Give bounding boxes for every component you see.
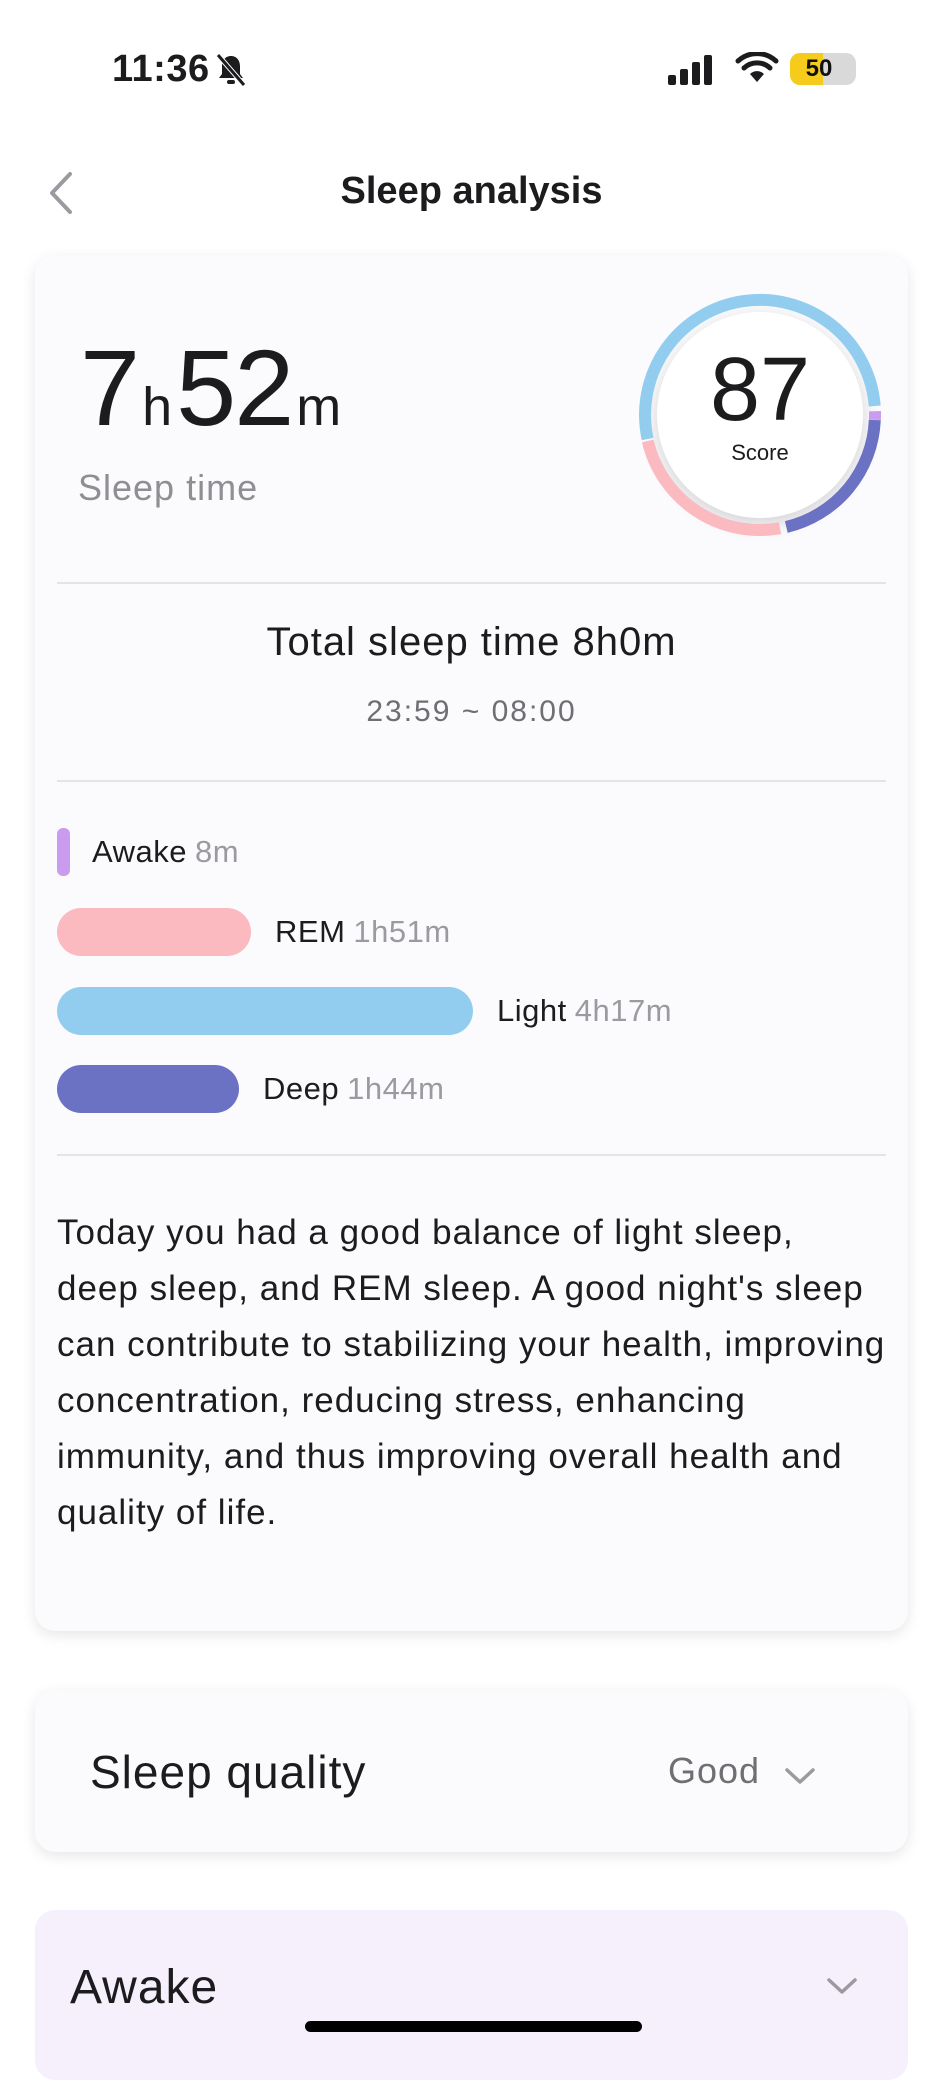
home-indicator	[305, 2021, 642, 2032]
wifi-icon	[735, 52, 779, 86]
sleep-hours: 7	[80, 327, 138, 448]
stage-row-awake: Awake8m	[57, 828, 239, 876]
battery-indicator: 50	[790, 53, 856, 85]
sleep-description: Today you had a good balance of light sl…	[57, 1205, 886, 1541]
divider	[57, 1154, 886, 1156]
stage-row-rem: REM1h51m	[57, 908, 451, 956]
stage-text-light: Light4h17m	[497, 993, 672, 1029]
awake-section-card[interactable]: Awake	[35, 1910, 908, 2080]
stage-bar-rem	[57, 908, 251, 956]
awake-section-title: Awake	[70, 1960, 218, 2015]
bell-muted-icon	[215, 52, 247, 88]
battery-percent: 50	[790, 53, 848, 85]
stage-name: Awake	[92, 834, 187, 869]
sleep-quality-value: Good	[668, 1750, 760, 1792]
stage-text-awake: Awake8m	[92, 834, 239, 870]
chevron-down-icon[interactable]	[783, 1766, 817, 1786]
sleep-time-label: Sleep time	[78, 467, 258, 509]
sleep-duration: 7h52m	[80, 325, 345, 450]
score-ring: 87 Score	[635, 290, 885, 540]
stage-text-deep: Deep1h44m	[263, 1071, 444, 1107]
stage-text-rem: REM1h51m	[275, 914, 451, 950]
stage-value: 1h44m	[347, 1071, 444, 1106]
sleep-quality-title: Sleep quality	[90, 1745, 366, 1799]
total-sleep-time: Total sleep time 8h0m	[35, 620, 908, 665]
stage-bar-deep	[57, 1065, 239, 1113]
stage-bar-awake	[57, 828, 70, 876]
divider	[57, 780, 886, 782]
sleep-summary-card: 7h52m Sleep time 87 Score Total sleep ti…	[35, 255, 908, 1631]
stage-bar-light	[57, 987, 473, 1035]
sleep-minutes: 52	[176, 327, 292, 448]
stage-name: Light	[497, 993, 567, 1028]
stage-value: 1h51m	[353, 914, 450, 949]
stage-row-deep: Deep1h44m	[57, 1065, 444, 1113]
stage-value: 8m	[195, 834, 239, 869]
score-value: 87	[635, 345, 885, 435]
page-title: Sleep analysis	[0, 170, 943, 213]
status-time: 11:36	[112, 48, 210, 91]
cellular-signal-icon	[668, 55, 714, 85]
status-bar: 11:36 50	[0, 0, 943, 140]
hours-unit: h	[142, 377, 172, 437]
sleep-quality-card[interactable]: Sleep quality Good	[35, 1690, 908, 1852]
divider	[57, 582, 886, 584]
stage-name: REM	[275, 914, 345, 949]
stage-row-light: Light4h17m	[57, 987, 672, 1035]
minutes-unit: m	[296, 377, 341, 437]
chevron-down-icon[interactable]	[825, 1976, 859, 1996]
stage-value: 4h17m	[575, 993, 672, 1028]
score-label: Score	[635, 440, 885, 466]
sleep-time-range: 23:59 ~ 08:00	[35, 695, 908, 729]
stage-name: Deep	[263, 1071, 339, 1106]
